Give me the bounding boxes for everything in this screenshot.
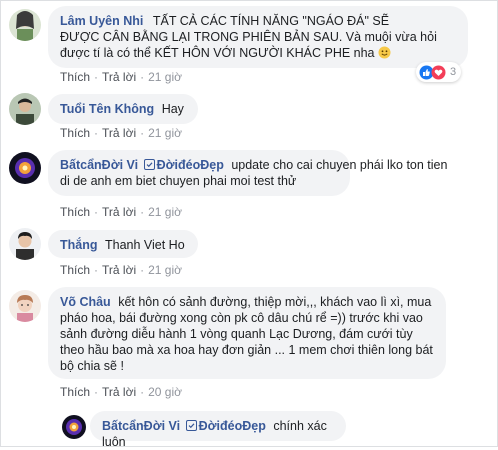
comment-bubble: Tuổi Tên Không Hay xyxy=(48,94,198,124)
avatar[interactable] xyxy=(9,228,41,260)
comment-author[interactable]: BấtcẩnĐời Vi ĐờiđéoĐẹp xyxy=(102,419,266,433)
tagged-user[interactable]: Thanh Viet Ho xyxy=(105,238,185,252)
comment-text-line: di de anh em biet chuyen phai moi test t… xyxy=(60,174,297,188)
like-button[interactable]: Thích xyxy=(60,70,90,84)
comment-text-line: sảnh đường diễu hành 1 vòng quanh Lạc Dư… xyxy=(60,327,413,341)
comment-actions: Thích · Trả lời · 20 giờ xyxy=(60,385,182,399)
comment-text: Hay xyxy=(161,102,184,116)
comment-text-line: pháo hoa, bái đường xong còn pk cô dâu c… xyxy=(60,311,423,325)
like-button[interactable]: Thích xyxy=(60,263,90,277)
reply-button[interactable]: Trả lời xyxy=(102,126,136,140)
comment-bubble: Lâm Uyên Nhi TẤT CẢ CÁC TÍNH NĂNG "NGÁO … xyxy=(48,6,468,68)
avatar[interactable] xyxy=(9,290,41,322)
reaction-count: 3 xyxy=(450,66,457,78)
reactions-summary[interactable]: 3 xyxy=(416,62,462,82)
avatar[interactable] xyxy=(62,415,86,439)
like-button[interactable]: Thích xyxy=(60,126,90,140)
comment-author[interactable]: Tuổi Tên Không xyxy=(60,102,154,116)
reply-button[interactable]: Trả lời xyxy=(102,205,136,219)
comment-bubble: BấtcẩnĐời Vi ĐờiđéoĐẹp update cho cai ch… xyxy=(48,150,447,196)
comment-text-line: được tí là có thể KẾT HÔN VỚI NGƯỜI KHÁC… xyxy=(60,46,375,60)
comment-text-line: bộ chia sẽ ! xyxy=(60,359,124,373)
comment-actions: Thích · Trả lời · 21 giờ xyxy=(60,205,182,219)
comment-author[interactable]: Võ Châu xyxy=(60,295,111,309)
timestamp[interactable]: 21 giờ xyxy=(148,205,182,219)
comment-text-line: kết hôn có sảnh đường, thiệp mời,,, khác… xyxy=(118,295,432,309)
comment-text-line: ĐƯỢC CÂN BẰNG LẠI TRONG PHIÊN BẢN SAU. V… xyxy=(60,30,437,44)
comment-author[interactable]: Thắng xyxy=(60,238,98,252)
comment-author[interactable]: BấtcẩnĐời Vi ĐờiđéoĐẹp xyxy=(60,158,224,172)
reply-button[interactable]: Trả lời xyxy=(102,70,136,84)
reply-button[interactable]: Trả lời xyxy=(102,385,136,399)
comment-actions: Thích · Trả lời · 21 giờ xyxy=(60,70,182,84)
comment-text-line: theo hầu bao mà xa hoa hay đơn giản ... … xyxy=(60,343,433,357)
timestamp[interactable]: 21 giờ xyxy=(148,263,182,277)
reply-button[interactable]: Trả lời xyxy=(102,263,136,277)
comment-text-line: TẤT CẢ CÁC TÍNH NĂNG "NGÁO ĐÁ" SẼ xyxy=(152,14,390,28)
comment-text-line: update cho cai chuyen phái lko ton tien xyxy=(231,158,448,172)
timestamp[interactable]: 20 giờ xyxy=(148,385,182,399)
timestamp[interactable]: 21 giờ xyxy=(148,70,182,84)
like-button[interactable]: Thích xyxy=(60,385,90,399)
reply-bubble: BấtcẩnĐời Vi ĐờiđéoĐẹp chính xác luôn xyxy=(90,411,346,449)
comment-author[interactable]: Lâm Uyên Nhi xyxy=(60,14,143,28)
comment-bubble: Võ Châu kết hôn có sảnh đường, thiệp mời… xyxy=(48,287,446,379)
love-icon xyxy=(431,65,446,80)
like-button[interactable]: Thích xyxy=(60,205,90,219)
timestamp[interactable]: 21 giờ xyxy=(148,126,182,140)
smiling-face-icon xyxy=(378,46,391,59)
comment-actions: Thích · Trả lời · 21 giờ xyxy=(60,263,182,277)
avatar[interactable] xyxy=(9,93,41,125)
comment-bubble: Thắng Thanh Viet Ho xyxy=(48,230,198,258)
verified-badge-icon xyxy=(185,419,197,431)
verified-badge-icon xyxy=(143,158,155,170)
avatar[interactable] xyxy=(9,152,41,184)
avatar[interactable] xyxy=(9,9,41,41)
comment-actions: Thích · Trả lời · 21 giờ xyxy=(60,126,182,140)
